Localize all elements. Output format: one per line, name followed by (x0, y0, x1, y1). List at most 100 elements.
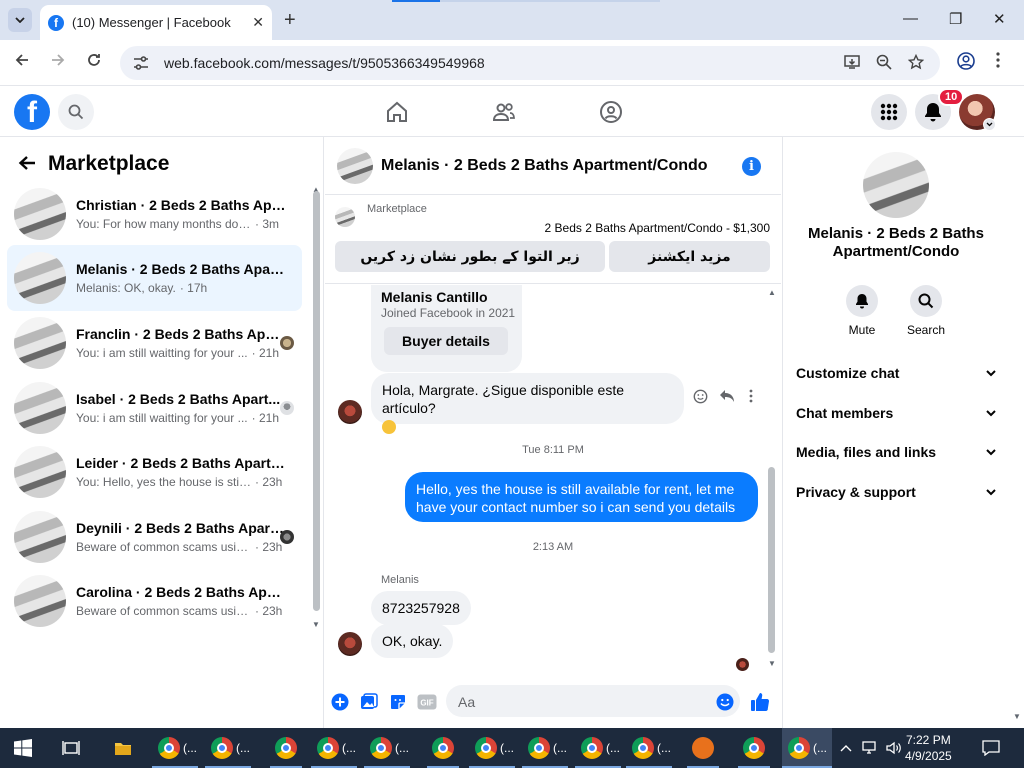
taskbar-window-label: (... (236, 741, 250, 755)
section-privacy-support[interactable]: Privacy & support (796, 484, 996, 500)
network-button[interactable] (862, 728, 880, 768)
taskbar-window-label: (... (500, 741, 514, 755)
section-chat-members[interactable]: Chat members (796, 405, 996, 421)
taskbar-app-window[interactable] (692, 728, 714, 768)
forward-button[interactable] (50, 52, 66, 73)
bookmark-star-icon[interactable] (907, 53, 925, 74)
info-icon[interactable]: i (742, 157, 761, 176)
taskbar-chrome-window[interactable]: (... (211, 728, 250, 768)
taskbar-chrome-window[interactable]: (... (581, 728, 620, 768)
menu-button[interactable] (871, 94, 907, 130)
reload-button[interactable] (86, 52, 102, 73)
browser-tab[interactable]: f (10) Messenger | Facebook ✕ (40, 5, 272, 40)
section-customize-chat[interactable]: Customize chat (796, 365, 996, 381)
new-tab-button[interactable]: + (284, 10, 296, 30)
scroll-down-arrow-icon[interactable]: ▼ (312, 620, 320, 629)
thumbs-up-icon[interactable] (750, 692, 770, 712)
conversation-item[interactable]: Isabel · 2 Beds 2 Baths Apart... You: i … (7, 375, 302, 441)
sender-avatar[interactable] (338, 632, 362, 656)
message-thread: Melanis Cantillo Joined Facebook in 2021… (325, 285, 781, 675)
maximize-button[interactable]: ❐ (949, 10, 962, 28)
conversation-preview: You: Hello, yes the house is still av... (76, 475, 251, 489)
more-options-icon[interactable] (749, 389, 753, 406)
taskbar-chrome-window[interactable]: (... (158, 728, 197, 768)
conversation-item[interactable]: Carolina · 2 Beds 2 Baths Apart... Bewar… (7, 568, 302, 634)
tab-close-icon[interactable]: ✕ (252, 14, 264, 31)
show-hidden-icons-button[interactable] (840, 728, 852, 768)
message-input[interactable]: Aa (446, 685, 740, 717)
conversation-item[interactable]: Christian · 2 Beds 2 Baths Apart... You:… (7, 181, 302, 247)
volume-button[interactable] (886, 728, 902, 768)
groups-nav-button[interactable] (597, 98, 625, 126)
scroll-down-arrow-icon[interactable]: ▼ (768, 659, 776, 668)
listing-title-price[interactable]: 2 Beds 2 Baths Apartment/Condo - $1,300 (545, 221, 770, 235)
friends-nav-button[interactable] (490, 98, 518, 126)
gif-icon[interactable]: GIF (417, 692, 437, 712)
more-actions-button[interactable]: مزید ایکشنز (609, 241, 770, 272)
facebook-logo-icon[interactable]: f (14, 94, 50, 130)
taskbar-window-label: (... (342, 741, 356, 755)
emoji-icon[interactable] (715, 692, 735, 712)
chat-scrollbar[interactable] (768, 467, 775, 653)
conversation-name: Melanis · 2 Beds 2 Baths Apartm... (76, 261, 286, 277)
scroll-up-arrow-icon[interactable]: ▲ (768, 288, 776, 297)
taskbar-chrome-window[interactable] (743, 728, 765, 768)
chevron-down-icon (986, 369, 996, 376)
reply-icon[interactable] (719, 389, 735, 406)
section-media-files[interactable]: Media, files and links (796, 444, 996, 460)
mark-as-pending-button[interactable]: زیر التوا کے بطور نشان زد کریں (335, 241, 605, 272)
taskbar-window-label: (... (553, 741, 567, 755)
sender-avatar[interactable] (338, 400, 362, 424)
conversation-item[interactable]: Leider · 2 Beds 2 Baths Apartme... You: … (7, 439, 302, 505)
plus-circle-icon[interactable] (330, 692, 350, 712)
tab-strip-indicator (392, 0, 440, 2)
conversation-item[interactable]: Deynili · 2 Beds 2 Baths Apart... Beware… (7, 504, 302, 570)
taskbar-chrome-window[interactable] (275, 728, 297, 768)
notification-center-button[interactable] (982, 728, 1000, 768)
taskbar-clock[interactable]: 7:22 PM 4/9/2025 (905, 732, 952, 764)
marketplace-title: Marketplace (48, 152, 170, 175)
conversation-list-scrollbar[interactable] (313, 191, 320, 611)
home-nav-button[interactable] (383, 98, 411, 126)
conversation-time: · 21h (251, 346, 279, 360)
start-button[interactable] (14, 728, 32, 768)
svg-text:GIF: GIF (420, 699, 433, 708)
taskbar-chrome-window-active[interactable]: (... (782, 728, 832, 768)
minimize-button[interactable]: — (903, 10, 918, 27)
close-window-button[interactable]: ✕ (993, 10, 1006, 28)
react-icon[interactable] (693, 389, 708, 407)
taskbar-chrome-window[interactable]: (... (317, 728, 356, 768)
back-button[interactable] (14, 52, 30, 73)
facebook-search-button[interactable] (58, 94, 94, 130)
site-info-icon[interactable] (132, 54, 150, 72)
conversation-item-active[interactable]: Melanis · 2 Beds 2 Baths Apartm... Melan… (7, 245, 302, 311)
chrome-icon (632, 737, 654, 759)
conversation-item[interactable]: Franclin · 2 Beds 2 Baths Apar... You: i… (7, 310, 302, 376)
buyer-details-button[interactable]: Buyer details (384, 327, 508, 355)
chat-listing-thumbnail[interactable] (337, 147, 373, 184)
sticker-icon[interactable] (388, 692, 408, 712)
conversation-name: Christian · 2 Beds 2 Baths Apart... (76, 197, 286, 213)
install-app-icon[interactable] (844, 54, 860, 74)
file-explorer-button[interactable] (114, 728, 132, 768)
buyer-info-card: Melanis Cantillo Joined Facebook in 2021… (371, 285, 522, 372)
account-chevron-icon[interactable] (983, 118, 996, 131)
profile-button[interactable] (957, 52, 975, 75)
gallery-icon[interactable] (359, 692, 379, 712)
mute-action[interactable]: Mute (832, 285, 892, 337)
details-listing-thumbnail[interactable] (863, 152, 929, 218)
taskbar-chrome-window[interactable] (432, 728, 454, 768)
taskbar-chrome-window[interactable]: (... (370, 728, 409, 768)
omnibox[interactable]: web.facebook.com/messages/t/950536634954… (120, 46, 940, 80)
back-arrow-icon[interactable] (18, 151, 36, 177)
taskbar-chrome-window[interactable]: (... (632, 728, 671, 768)
browser-menu-button[interactable] (996, 52, 1000, 73)
tab-search-button[interactable] (8, 8, 32, 32)
task-view-button[interactable] (62, 728, 80, 768)
taskbar-chrome-window[interactable]: (... (528, 728, 567, 768)
search-action[interactable]: Search (896, 285, 956, 337)
chat-title[interactable]: Melanis · 2 Beds 2 Baths Apartment/Condo (381, 157, 708, 175)
scroll-down-arrow-icon[interactable]: ▼ (1013, 712, 1021, 721)
zoom-icon[interactable] (876, 54, 892, 74)
taskbar-chrome-window[interactable]: (... (475, 728, 514, 768)
